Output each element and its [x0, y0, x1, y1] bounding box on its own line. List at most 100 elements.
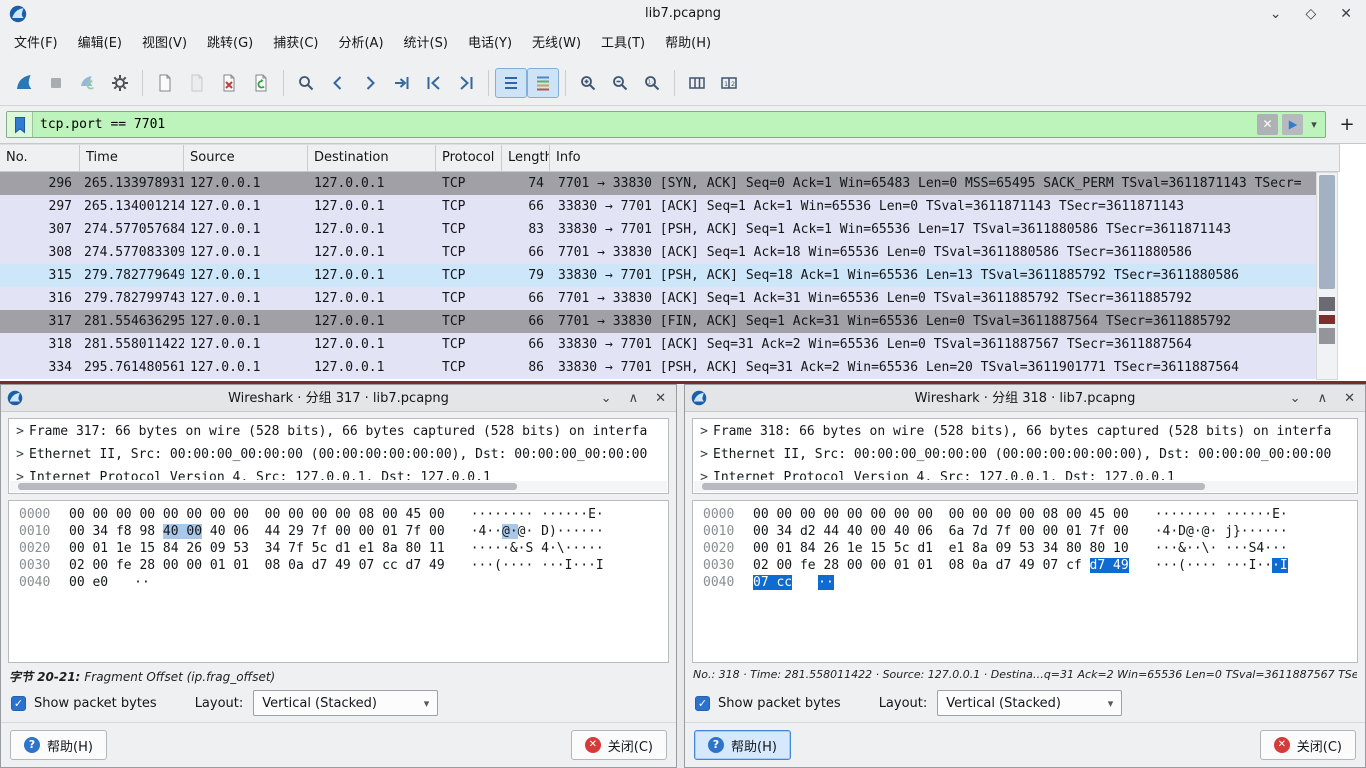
window-titlebar[interactable]: lib7.pcapng ⌄ ◇ ✕ [0, 0, 1366, 28]
filter-dropdown-icon[interactable]: ▾ [1306, 118, 1322, 131]
close-button[interactable]: ✕ 关闭(C) [1260, 730, 1356, 760]
go-to-packet-button[interactable] [386, 68, 418, 98]
tree-row[interactable]: >Internet Protocol Version 4, Src: 127.0… [11, 466, 667, 480]
hex-row[interactable]: 001000 34 f8 98 40 00 40 06 44 29 7f 00 … [9, 523, 668, 540]
reload-file-button[interactable] [245, 68, 277, 98]
find-packet-button[interactable] [290, 68, 322, 98]
filter-clear-icon[interactable]: ✕ [1257, 114, 1278, 135]
hex-row[interactable]: 001000 34 d2 44 40 00 40 06 6a 7d 7f 00 … [693, 523, 1357, 540]
filter-bookmark-icon[interactable] [7, 112, 33, 137]
column-header-protocol[interactable]: Protocol [436, 145, 502, 171]
hex-row[interactable]: 002000 01 1e 15 84 26 09 53 34 7f 5c d1 … [9, 540, 668, 557]
menu-item-5[interactable]: 捕获(C) [263, 28, 328, 60]
menu-item-2[interactable]: 编辑(E) [68, 28, 132, 60]
packet-bytes-pane[interactable]: 000000 00 00 00 00 00 00 00 00 00 00 00 … [8, 500, 669, 663]
first-packet-button[interactable] [418, 68, 450, 98]
show-packet-bytes-checkbox[interactable]: ✓ [11, 696, 26, 711]
expander-icon[interactable]: > [695, 420, 713, 443]
show-packet-bytes-checkbox[interactable]: ✓ [695, 696, 710, 711]
stop-capture-button[interactable] [40, 68, 72, 98]
previous-packet-button[interactable] [322, 68, 354, 98]
hex-row[interactable]: 004000 e0·· [9, 574, 668, 591]
minimize-icon[interactable]: ⌄ [601, 391, 612, 406]
menu-item-8[interactable]: 电话(Y) [458, 28, 522, 60]
menu-item-6[interactable]: 分析(A) [328, 28, 393, 60]
layout-select[interactable]: Vertical (Stacked) ▾ [253, 690, 438, 716]
tree-row[interactable]: >Internet Protocol Version 4, Src: 127.0… [695, 466, 1356, 480]
colorize-packets-button[interactable] [527, 68, 559, 98]
minimize-icon[interactable]: ⌄ [1290, 391, 1301, 406]
open-file-button[interactable] [149, 68, 181, 98]
horizontal-scrollbar[interactable] [694, 481, 1356, 492]
last-packet-button[interactable] [450, 68, 482, 98]
dialog-titlebar[interactable]: Wireshark · 分组 317 · lib7.pcapng ⌄ ∧ ✕ [1, 385, 676, 412]
filter-apply-icon[interactable] [1282, 114, 1303, 135]
tree-row[interactable]: >Frame 318: 66 bytes on wire (528 bits),… [695, 420, 1356, 443]
help-button[interactable]: ? 帮助(H) [10, 730, 107, 760]
numbered-columns-button[interactable]: 12 [713, 68, 745, 98]
table-row[interactable]: 307274.577057684127.0.0.1127.0.0.1TCP833… [0, 218, 1316, 241]
menu-item-3[interactable]: 视图(V) [132, 28, 197, 60]
zoom-in-button[interactable] [572, 68, 604, 98]
table-row[interactable]: 318281.558011422127.0.0.1127.0.0.1TCP663… [0, 333, 1316, 356]
close-icon[interactable]: ✕ [1344, 391, 1355, 406]
menu-item-10[interactable]: 工具(T) [591, 28, 655, 60]
close-file-button[interactable] [213, 68, 245, 98]
resize-columns-button[interactable] [681, 68, 713, 98]
expander-icon[interactable]: > [695, 443, 713, 466]
packet-detail-tree[interactable]: >Frame 317: 66 bytes on wire (528 bits),… [8, 418, 669, 494]
hex-row[interactable]: 002000 01 84 26 1e 15 5c d1 e1 8a 09 53 … [693, 540, 1357, 557]
auto-scroll-button[interactable] [495, 68, 527, 98]
packet-list-scrollbar[interactable] [1316, 172, 1338, 380]
add-filter-button[interactable]: + [1334, 112, 1360, 138]
zoom-out-button[interactable] [604, 68, 636, 98]
table-row[interactable]: 317281.554636295127.0.0.1127.0.0.1TCP667… [0, 310, 1316, 333]
expander-icon[interactable]: > [11, 443, 29, 466]
tree-row[interactable]: >Ethernet II, Src: 00:00:00_00:00:00 (00… [695, 443, 1356, 466]
column-header-time[interactable]: Time [80, 145, 184, 171]
close-icon[interactable]: ✕ [655, 391, 666, 406]
start-capture-button[interactable] [8, 68, 40, 98]
menu-item-7[interactable]: 统计(S) [394, 28, 458, 60]
close-icon[interactable]: ✕ [1340, 6, 1352, 22]
maximize-icon[interactable]: ∧ [629, 391, 639, 406]
tree-row[interactable]: >Frame 317: 66 bytes on wire (528 bits),… [11, 420, 667, 443]
help-button[interactable]: ? 帮助(H) [694, 730, 791, 760]
table-row[interactable]: 316279.782799743127.0.0.1127.0.0.1TCP667… [0, 287, 1316, 310]
menu-item-1[interactable]: 文件(F) [4, 28, 68, 60]
table-row[interactable]: 297265.134001214127.0.0.1127.0.0.1TCP663… [0, 195, 1316, 218]
column-header-info[interactable]: Info [550, 145, 1340, 171]
hex-row[interactable]: 003002 00 fe 28 00 00 01 01 08 0a d7 49 … [693, 557, 1357, 574]
close-button[interactable]: ✕ 关闭(C) [571, 730, 667, 760]
expander-icon[interactable]: > [695, 466, 713, 480]
column-header-destination[interactable]: Destination [308, 145, 436, 171]
zoom-reset-button[interactable]: 1:1 [636, 68, 668, 98]
scrollbar-thumb[interactable] [18, 483, 517, 490]
horizontal-scrollbar[interactable] [10, 481, 667, 492]
maximize-icon[interactable]: ◇ [1305, 6, 1316, 22]
scrollbar-thumb[interactable] [1319, 175, 1335, 289]
hex-row[interactable]: 003002 00 fe 28 00 00 01 01 08 0a d7 49 … [9, 557, 668, 574]
hex-row[interactable]: 004007 cc·· [693, 574, 1357, 591]
packet-bytes-pane[interactable]: 000000 00 00 00 00 00 00 00 00 00 00 00 … [692, 500, 1358, 663]
column-header-no[interactable]: No. [0, 145, 80, 171]
restart-capture-button[interactable] [72, 68, 104, 98]
column-header-source[interactable]: Source [184, 145, 308, 171]
expander-icon[interactable]: > [11, 466, 29, 480]
maximize-icon[interactable]: ∧ [1318, 391, 1328, 406]
display-filter-bar[interactable]: ✕ ▾ [6, 111, 1326, 138]
save-file-button[interactable] [181, 68, 213, 98]
column-header-length[interactable]: Length [502, 145, 550, 171]
table-row[interactable]: 315279.782779649127.0.0.1127.0.0.1TCP793… [0, 264, 1316, 287]
packet-detail-tree[interactable]: >Frame 318: 66 bytes on wire (528 bits),… [692, 418, 1358, 494]
layout-select[interactable]: Vertical (Stacked) ▾ [937, 690, 1122, 716]
next-packet-button[interactable] [354, 68, 386, 98]
capture-options-button[interactable] [104, 68, 136, 98]
tree-row[interactable]: >Ethernet II, Src: 00:00:00_00:00:00 (00… [11, 443, 667, 466]
menu-item-11[interactable]: 帮助(H) [655, 28, 721, 60]
menu-item-4[interactable]: 跳转(G) [197, 28, 263, 60]
table-row[interactable]: 308274.577083309127.0.0.1127.0.0.1TCP667… [0, 241, 1316, 264]
table-row[interactable]: 334295.761480561127.0.0.1127.0.0.1TCP863… [0, 356, 1316, 379]
expander-icon[interactable]: > [11, 420, 29, 443]
table-row[interactable]: 296265.133978931127.0.0.1127.0.0.1TCP747… [0, 172, 1316, 195]
